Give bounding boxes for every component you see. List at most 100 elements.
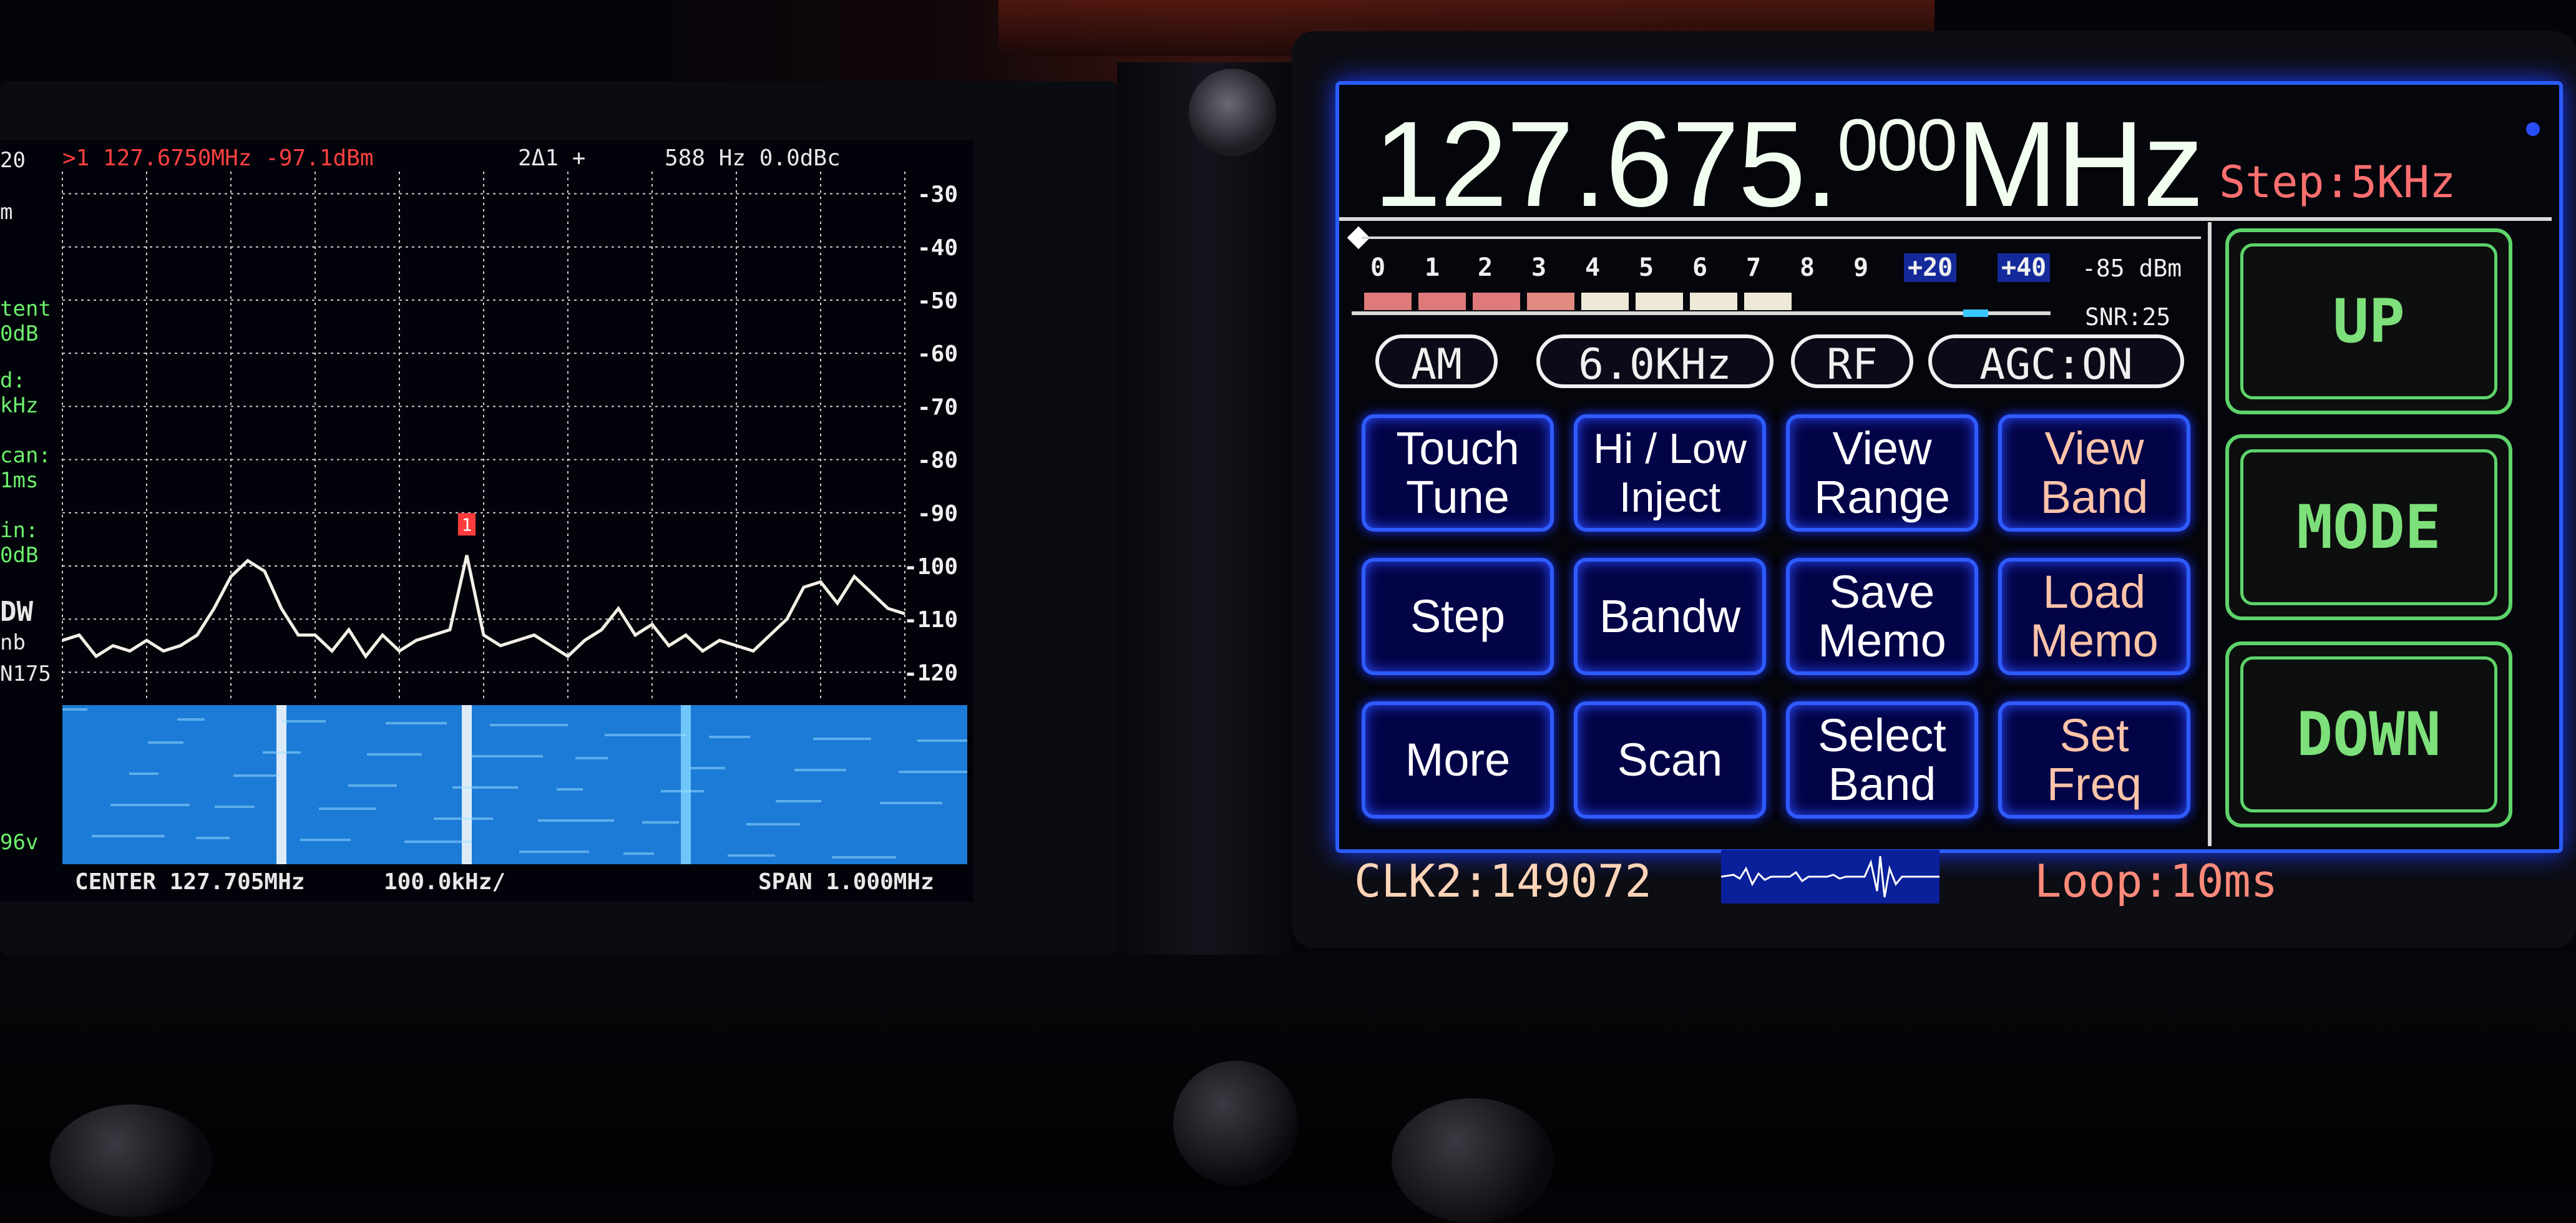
button-line: More [1405,734,1511,786]
waterfall [62,705,967,864]
mode-pill[interactable]: AM [1375,334,1498,389]
waterfall-noise [300,839,351,841]
rf-pill[interactable]: RF [1791,334,1913,389]
button-line: Scan [1617,734,1723,786]
s-meter-label: 2 [1478,253,1493,282]
side-label: nb [0,630,26,655]
radio-screen: 127.675.000MHz Step:5KHz 0 1 2 3 4 5 6 7 8 9 +20 +4… [1335,81,2563,853]
s-meter-label: 0 [1370,253,1386,282]
side-label: 20 [0,148,26,173]
s-meter-label: 6 [1692,253,1708,282]
hi-low-inject-button[interactable]: Hi / Low Inject [1574,414,1766,532]
spectrum-chart[interactable]: -30 -40 -50 -60 -70 -80 -90 -100 -110 -120 1 >1 1… [56,140,967,902]
waterfall-noise [434,817,493,820]
y-axis-ticks: -30 -40 -50 -60 -70 -80 -90 -100 -110 -120 [904,182,958,686]
waterfall-noise [452,786,518,789]
freq-main: 127.675. [1373,96,1838,232]
down-button[interactable]: DOWN [2225,641,2512,827]
button-line: Hi / Low [1593,425,1747,472]
set-freq-button[interactable]: Set Freq [1998,701,2190,819]
waterfall-noise [728,854,775,857]
waterfall-noise [661,790,704,792]
y-tick-label: -120 [904,660,958,686]
bandwidth-button[interactable]: Bandw [1574,558,1766,675]
waterfall-noise [196,837,230,839]
waterfall-signal [462,705,472,864]
waterfall-noise [519,850,589,853]
save-memo-button[interactable]: Save Memo [1786,558,1978,675]
agc-pill[interactable]: AGC:ON [1928,334,2184,389]
waterfall-noise [348,784,397,787]
s-meter-segment [1636,293,1683,310]
up-label: UP [2333,286,2405,356]
button-line: Memo [1818,615,1946,666]
side-label: tent [0,296,51,321]
s-meter-label: +20 [1904,253,1957,282]
waterfall-noise [281,720,326,723]
y-tick-label: -100 [904,554,958,580]
top-knob[interactable] [1189,69,1276,156]
more-button[interactable]: More [1362,701,1554,819]
step-button[interactable]: Step [1362,558,1554,675]
spectrum-grid [62,172,905,699]
load-memo-button[interactable]: Load Memo [1998,558,2190,675]
waterfall-noise [92,835,165,837]
button-line: Freq [2046,758,2142,810]
view-band-button[interactable]: View Band [1998,414,2190,532]
waterfall-noise [233,774,280,777]
tune-line [1362,236,2201,239]
waterfall-noise [690,767,725,769]
s-meter-label: 3 [1531,253,1547,282]
device-divider [1117,62,1292,998]
marker-number: 1 [462,514,472,535]
s-meter-segment [1744,293,1792,310]
waterfall-noise [129,772,159,775]
spectrum-screen: 20 m tent 0dB d: kHz can: 1ms in: 0dB DW… [0,140,973,902]
marker-readout: >1 127.6750MHz -97.1dBm [62,145,374,171]
side-label: in: [0,518,39,543]
y-tick-label: -60 [917,341,958,367]
s-meter-segment [1527,293,1574,310]
knob-left[interactable] [50,1104,212,1217]
bandwidth-pill[interactable]: 6.0KHz [1536,334,1773,389]
clk-readout: CLK2:149072 [1354,855,1652,907]
button-line: Range [1813,471,1951,523]
button-line: Inject [1619,474,1721,521]
waterfall-noise [776,800,821,802]
s-meter-segment [1690,293,1737,310]
frequency-display[interactable]: 127.675.000MHz [1373,104,2204,225]
scan-button[interactable]: Scan [1574,701,1766,819]
button-line: Memo [2030,615,2159,666]
waterfall-noise [709,736,750,738]
agc-pill-label: AGC:ON [1979,340,2133,389]
button-line: Band [1828,758,1936,810]
mode-button[interactable]: MODE [2225,434,2512,620]
waterfall-signal [681,705,691,864]
touch-tune-button[interactable]: Touch Tune [1362,414,1554,532]
knob-right[interactable] [1392,1098,1554,1223]
y-tick-label: -80 [917,448,958,474]
select-band-button[interactable]: Select Band [1786,701,1978,819]
delta-values: 588 Hz 0.0dBc [665,145,841,171]
side-label: m [0,200,13,225]
waterfall-signal [276,705,286,864]
marker-1: 1 [458,513,476,536]
y-tick-label: -110 [904,607,958,633]
status-dot [2526,122,2540,136]
audio-scope [1720,850,1939,904]
up-button[interactable]: UP [2225,228,2512,414]
waterfall-noise [319,807,376,810]
button-line: Load [2042,566,2146,618]
freq-unit: MHz [1956,96,2204,232]
mode-pill-label: AM [1411,340,1462,389]
button-line: Step [1410,590,1506,642]
side-label: DW [0,596,33,628]
side-label: kHz [0,393,39,418]
button-line: View [2044,422,2144,474]
knob-center[interactable] [1173,1061,1298,1186]
view-range-button[interactable]: View Range [1786,414,1978,532]
side-label: N175 [0,661,51,686]
waterfall-noise [404,841,472,843]
button-line: Tune [1406,471,1510,523]
y-tick-label: -90 [917,501,958,527]
